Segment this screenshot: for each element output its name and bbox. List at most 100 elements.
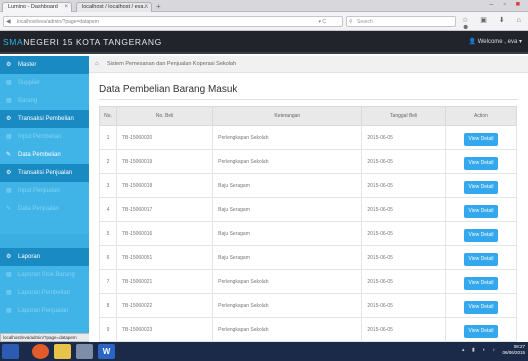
cell-keterangan: Perlengkapan Sekolah xyxy=(212,125,363,150)
cell-action: View Detail xyxy=(445,317,517,342)
search-icon: ⚲ xyxy=(349,19,353,25)
sidebar-item-barang[interactable]: ▦ Barang xyxy=(0,92,89,110)
sidebar-item-label: Transaksi Penjualan xyxy=(18,170,73,176)
view-detail-button[interactable]: View Detail xyxy=(464,132,498,146)
gear-icon: ⚙ xyxy=(6,62,12,68)
app-icon[interactable] xyxy=(76,344,93,359)
window-controls[interactable]: – ▫ ■ xyxy=(490,1,525,8)
firefox-icon[interactable] xyxy=(32,344,49,359)
cell-tanggal: 2015-06-05 xyxy=(361,149,446,174)
cell-no-beli: TB-15060051 xyxy=(115,245,214,270)
sidebar-item-input-pembelian[interactable]: ▦ Input Pembelian xyxy=(0,128,89,146)
purchase-table: No. No. Beli Keterangan Tanggal Beli Act… xyxy=(99,106,517,342)
taskbar-clock[interactable]: 08:27 06/06/2015 xyxy=(502,344,525,356)
brand-logo-text[interactable]: SMANEGERI 15 KOTA TANGERANG xyxy=(3,37,162,47)
browser-tab-phpmyadmin[interactable]: localhost / localhost / eva... × xyxy=(76,2,152,12)
view-detail-button[interactable]: View Detail xyxy=(464,300,498,314)
status-bar-url: localhost/eva/admin/?page=datapem xyxy=(0,333,95,342)
sidebar-item-data-pembelian[interactable]: ✎ Data Pembelian xyxy=(0,146,89,164)
cell-no: 8 xyxy=(99,293,117,318)
cell-no: 6 xyxy=(99,245,117,270)
system-tray-icons[interactable]: ▴ ▮ ◖ ♪ xyxy=(462,347,498,353)
cell-no: 7 xyxy=(99,269,117,294)
search-input[interactable]: ⚲ Search xyxy=(346,16,456,27)
sidebar-item-data-penjualan[interactable]: ✎ Data Penjualan xyxy=(0,200,89,218)
sidebar-item-label: Input Pembelian xyxy=(18,134,62,140)
browser-tab-dashboard[interactable]: Lumino - Dashboard × xyxy=(2,2,72,12)
sidebar-item-supplier[interactable]: ▦ Supplier xyxy=(0,74,89,92)
close-icon[interactable]: ■ xyxy=(516,1,524,8)
cell-tanggal: 2015-06-05 xyxy=(361,197,446,222)
table-row: 7 TB-15060021 Perlengkapan Sekolah 2015-… xyxy=(99,269,517,294)
cell-tanggal: 2015-06-05 xyxy=(361,245,446,270)
sidebar-item-label: Input Penjualan xyxy=(18,188,60,194)
close-icon[interactable]: × xyxy=(144,3,148,12)
cell-tanggal: 2015-06-05 xyxy=(361,221,446,246)
taskbar: W ▴ ▮ ◖ ♪ 08:27 06/06/2015 xyxy=(0,342,528,361)
grid-icon: ▦ xyxy=(6,290,12,296)
sidebar-item-label: Laporan xyxy=(18,254,41,260)
sidebar-item-laporan-stok[interactable]: ▦ Laporan Stok Barang xyxy=(0,266,89,284)
address-text: localhost/eva/admin/?page=datapem xyxy=(17,19,99,25)
grid-icon: ▦ xyxy=(6,308,12,314)
gear-icon: ⚙ xyxy=(6,116,12,122)
view-detail-button[interactable]: View Detail xyxy=(464,324,498,338)
grid-icon: ▦ xyxy=(6,80,12,86)
sidebar-item-transaksi-penjualan[interactable]: ⚙ Transaksi Penjualan xyxy=(0,164,89,182)
table-row: 6 TB-15060051 Baju Seragam 2015-06-05 Vi… xyxy=(99,245,517,270)
view-detail-button[interactable]: View Detail xyxy=(464,276,498,290)
gear-icon: ⚙ xyxy=(6,254,12,260)
new-tab-icon[interactable]: + xyxy=(156,2,161,11)
cell-tanggal: 2015-06-05 xyxy=(361,317,446,342)
cell-tanggal: 2015-06-05 xyxy=(361,269,446,294)
sidebar-item-input-penjualan[interactable]: ▦ Input Penjualan xyxy=(0,182,89,200)
column-header-no-beli: No. Beli xyxy=(115,106,214,126)
view-detail-button[interactable]: View Detail xyxy=(464,180,498,194)
sidebar-item-label: Data Pembelian xyxy=(18,152,61,158)
cell-keterangan: Baju Seragam xyxy=(212,173,363,198)
back-icon[interactable]: ◀ xyxy=(6,17,11,27)
cell-no-beli: TB-15060023 xyxy=(115,317,214,342)
cell-keterangan: Perlengkapan Sekolah xyxy=(212,149,363,174)
sidebar-item-label: Laporan Penjualan xyxy=(18,308,69,314)
cell-no-beli: TB-15060019 xyxy=(115,149,214,174)
pencil-icon: ✎ xyxy=(6,206,12,212)
sidebar-item-master[interactable]: ⚙ Master xyxy=(0,56,89,74)
grid-icon: ▦ xyxy=(6,134,12,140)
reload-icon[interactable]: ▾ C xyxy=(318,17,326,27)
sidebar-item-laporan-pembelian[interactable]: ▦ Laporan Pembelian xyxy=(0,284,89,302)
browser-toolbar-icons[interactable]: ☆ ▣ ⬇ ⌂ ☻ xyxy=(462,16,528,31)
view-detail-button[interactable]: View Detail xyxy=(464,252,498,266)
column-header-no: No. xyxy=(99,106,117,126)
cell-action: View Detail xyxy=(445,221,517,246)
view-detail-button[interactable]: View Detail xyxy=(464,156,498,170)
cell-action: View Detail xyxy=(445,149,517,174)
sidebar-item-transaksi-pembelian[interactable]: ⚙ Transaksi Pembelian xyxy=(0,110,89,128)
chevron-down-icon: ▾ xyxy=(518,39,522,45)
word-icon[interactable]: W xyxy=(98,344,115,359)
sidebar-item-laporan[interactable]: ⚙ Laporan xyxy=(0,248,89,266)
address-bar[interactable]: ◀ localhost/eva/admin/?page=datapem ▾ C xyxy=(3,16,343,27)
cell-action: View Detail xyxy=(445,197,517,222)
column-header-action: Action xyxy=(445,106,517,126)
cell-keterangan: Perlengkapan Sekolah xyxy=(212,269,363,294)
app-header: SMANEGERI 15 KOTA TANGERANG 👤 Welcome , … xyxy=(0,31,528,54)
browser-navbar: ◀ localhost/eva/admin/?page=datapem ▾ C … xyxy=(0,12,528,31)
home-icon[interactable]: ⌂ xyxy=(95,56,99,73)
folder-icon[interactable] xyxy=(54,344,71,359)
view-detail-button[interactable]: View Detail xyxy=(464,204,498,218)
cell-no: 2 xyxy=(99,149,117,174)
cell-action: View Detail xyxy=(445,245,517,270)
sidebar-item-laporan-penjualan[interactable]: ▦ Laporan Penjualan xyxy=(0,302,89,320)
table-row: 5 TB-15060016 Baju Seragam 2015-06-05 Vi… xyxy=(99,221,517,246)
user-menu[interactable]: 👤 Welcome , eva ▾ xyxy=(469,38,522,45)
view-detail-button[interactable]: View Detail xyxy=(464,228,498,242)
cell-no: 4 xyxy=(99,197,117,222)
column-header-tanggal-beli: Tanggal Beli xyxy=(361,106,446,126)
divider xyxy=(99,99,518,100)
pencil-icon: ✎ xyxy=(6,152,12,158)
close-icon[interactable]: × xyxy=(64,3,68,12)
sidebar-item-label: Transaksi Pembelian xyxy=(18,116,74,122)
table-row: 1 TB-15060020 Perlengkapan Sekolah 2015-… xyxy=(99,125,517,150)
windows-start-icon[interactable] xyxy=(2,344,19,359)
